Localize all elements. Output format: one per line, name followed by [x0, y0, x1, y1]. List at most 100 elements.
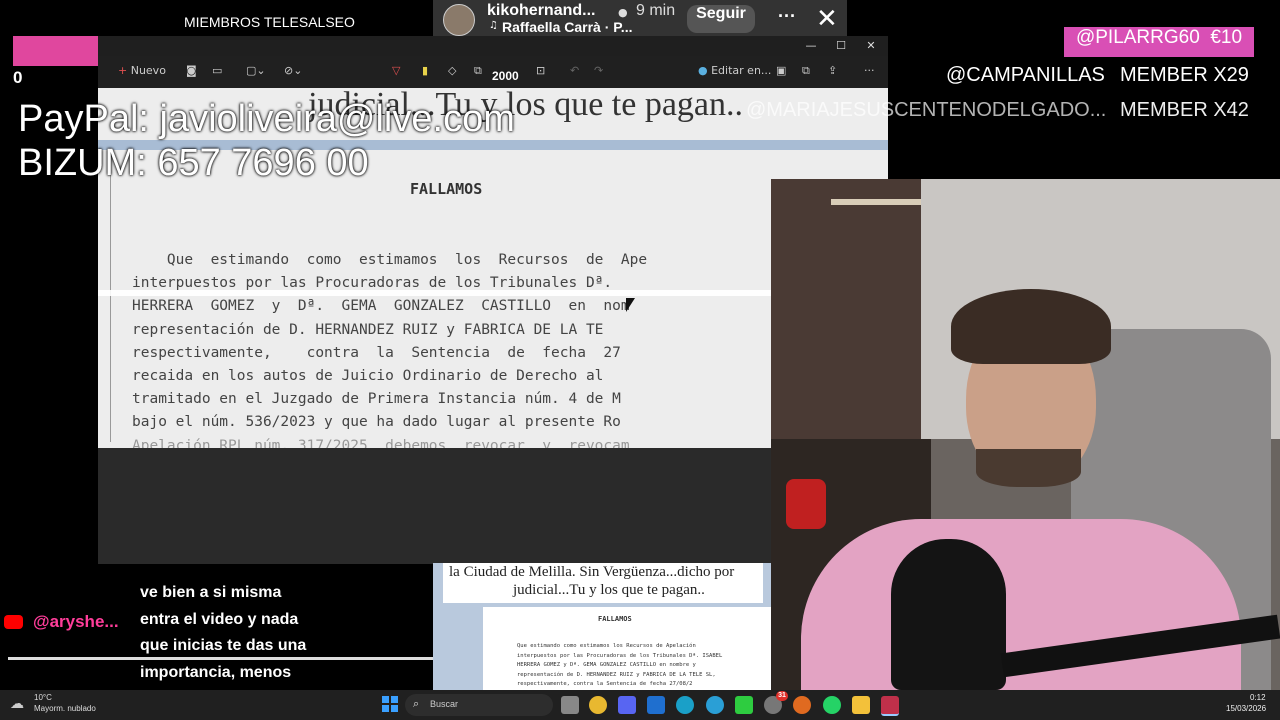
new-label: Nuevo: [130, 64, 166, 77]
search-icon: ⌕: [413, 697, 420, 710]
snip-mode-icon[interactable]: ▢⌄: [246, 64, 266, 77]
minimize-icon[interactable]: —: [796, 37, 826, 55]
doc-line: HERRERA GOMEZ y Dª. GEMA GONZALEZ CASTIL…: [132, 298, 630, 315]
weather-temp[interactable]: 10°C: [34, 693, 52, 702]
taskbar: ☁ 10°C Mayorm. nublado ⌕ Buscar 31 0:12 …: [0, 690, 1280, 720]
preview-heading: FALLAMOS: [598, 615, 632, 623]
member-alert-1: @CAMPANILLAS MEMBER X29: [946, 64, 1256, 87]
verified-icon: ●: [618, 6, 628, 19]
ocr-icon[interactable]: ⊡: [536, 64, 545, 77]
weather-desc[interactable]: Mayorm. nublado: [34, 704, 96, 713]
brick-wall: [771, 179, 921, 439]
doc-line: Que estimando como estimamos los Recurso…: [132, 252, 648, 268]
eraser-icon[interactable]: ◇: [448, 64, 456, 77]
preview-page: FALLAMOS Que estimando como estimamos lo…: [483, 607, 771, 690]
edit-in-label: Editar en...: [711, 64, 772, 77]
more-options-icon[interactable]: ···: [864, 64, 875, 77]
paint-icon: ●: [698, 64, 708, 77]
snipping-tool-icon[interactable]: [881, 696, 899, 716]
shapes-icon[interactable]: ⧉: [474, 64, 482, 78]
cursor-icon: [626, 298, 635, 312]
outlook-icon[interactable]: [647, 696, 665, 714]
doc-margin-line: [110, 172, 111, 442]
snip-empty-area: [98, 448, 770, 564]
avatar: [443, 4, 475, 36]
taskbar-search[interactable]: ⌕ Buscar: [405, 694, 553, 716]
preview-small-line: Que estimando como estimamos los Recurso…: [517, 643, 696, 649]
vpn-icon[interactable]: [706, 696, 724, 714]
member-user: @CAMPANILLAS: [946, 64, 1105, 86]
preview-small-line: respectivamente, contra la Sentencia de …: [517, 681, 693, 687]
close-icon[interactable]: ✕: [816, 3, 838, 34]
notification-badge: 31: [776, 691, 788, 701]
chat-divider: [8, 657, 433, 660]
clock-date[interactable]: 15/03/2026: [1226, 704, 1266, 713]
member-alert-2: @MARIAJESUSCENTENODELGADO... MEMBER X42: [746, 99, 1256, 122]
start-icon[interactable]: [382, 696, 398, 712]
chat-user: @aryshe...: [33, 612, 119, 631]
youtube-icon: [4, 615, 23, 629]
undo-icon[interactable]: ↶: [570, 64, 579, 77]
social-user: kikohernand...: [487, 2, 596, 19]
edge-icon[interactable]: [676, 696, 694, 714]
red-object: [786, 479, 826, 529]
person-beard: [976, 449, 1081, 487]
paypal-info: PayPal: javioliveira@live.com: [18, 98, 515, 140]
save-icon[interactable]: ▣: [776, 64, 786, 77]
redo-icon[interactable]: ↷: [594, 64, 603, 77]
video-icon[interactable]: ▭: [212, 64, 222, 77]
goal-count-left: 0: [13, 68, 23, 87]
weather-icon[interactable]: ☁: [10, 696, 24, 712]
doc-line: Apelación RPL núm. 317/2025 debemos revo…: [132, 437, 630, 449]
bizum-info: BIZUM: 657 7696 00: [18, 142, 369, 184]
maximize-icon[interactable]: ☐: [826, 37, 856, 55]
window-close-icon[interactable]: ✕: [856, 37, 886, 55]
more-icon[interactable]: ···: [778, 6, 796, 27]
window-titlebar: — ☐ ✕: [98, 36, 888, 56]
social-song: Raffaella Carrà · P...: [502, 19, 633, 35]
pen-icon[interactable]: ▽: [392, 64, 400, 77]
file-explorer-icon[interactable]: [852, 696, 870, 714]
copy-icon[interactable]: ⧉: [802, 64, 810, 78]
preview-line-2: judicial...Tu y los que te pagan..: [513, 582, 705, 598]
new-button[interactable]: + Nuevo: [118, 64, 166, 77]
clock-time[interactable]: 0:12: [1250, 693, 1266, 702]
chat-line: importancia, menos: [140, 663, 292, 681]
member-user: @MARIAJESUSCENTENODELGADO...: [746, 99, 1107, 121]
donation-alert: @PILARRG60 €10: [1064, 27, 1254, 57]
delay-icon[interactable]: ⊘⌄: [284, 64, 302, 77]
goal-title: MIEMBROS TELESALSEO: [184, 14, 355, 30]
chrome-icon[interactable]: [589, 696, 607, 714]
edit-in-button[interactable]: ● Editar en...: [698, 64, 771, 77]
doc-line: respectivamente, contra la Sentencia de …: [132, 344, 621, 361]
whatsapp-icon[interactable]: [823, 696, 841, 714]
preview-small-line: representación de D. HERNANDEZ RUIZ y FA…: [517, 671, 716, 678]
music-icon: ♫: [489, 20, 498, 31]
person-hair: [951, 289, 1111, 364]
doc-line: tramitado en el Juzgado de Primera Insta…: [132, 391, 621, 408]
member-badge: MEMBER X42: [1120, 99, 1249, 121]
camera-icon[interactable]: ◙: [186, 64, 197, 77]
app-orange-icon[interactable]: [793, 696, 811, 714]
social-overlay: kikohernand... ● 9 min ♫ Raffaella Carrà…: [433, 0, 847, 38]
doc-body: Que estimando como estimamos los Recurso…: [132, 252, 647, 448]
social-time: 9 min: [636, 2, 676, 19]
member-badge: MEMBER X29: [1120, 64, 1249, 86]
preview-small-line: HERRERA GOMEZ y Dª. GEMA GONZALEZ CASTIL…: [517, 662, 696, 668]
doc-line: bajo el núm. 536/2023 y que ha dado luga…: [132, 414, 621, 431]
share-icon[interactable]: ⇪: [828, 64, 837, 77]
chat-line: ve bien a si misma: [140, 584, 282, 601]
task-view-icon[interactable]: [561, 696, 579, 714]
follow-button[interactable]: Seguir: [687, 5, 755, 33]
doc-line: recaida en los autos de Juicio Ordinario…: [132, 367, 604, 384]
preview-caption: la Ciudad de Melilla. Sin Vergüenza...di…: [443, 563, 763, 603]
doc-line: representación de D. HERNANDEZ RUIZ y FA…: [132, 321, 604, 338]
discord-icon[interactable]: [618, 696, 636, 714]
preview-line-1: la Ciudad de Melilla. Sin Vergüenza...di…: [449, 564, 735, 580]
preview-body: Que estimando como estimamos los Recurso…: [517, 643, 722, 690]
highlighter-icon[interactable]: ▮: [422, 64, 428, 77]
chat-line: entra el video y nada: [140, 610, 299, 628]
app-green-icon[interactable]: [735, 696, 753, 714]
selection-band: [98, 290, 888, 296]
search-placeholder: Buscar: [430, 699, 459, 709]
